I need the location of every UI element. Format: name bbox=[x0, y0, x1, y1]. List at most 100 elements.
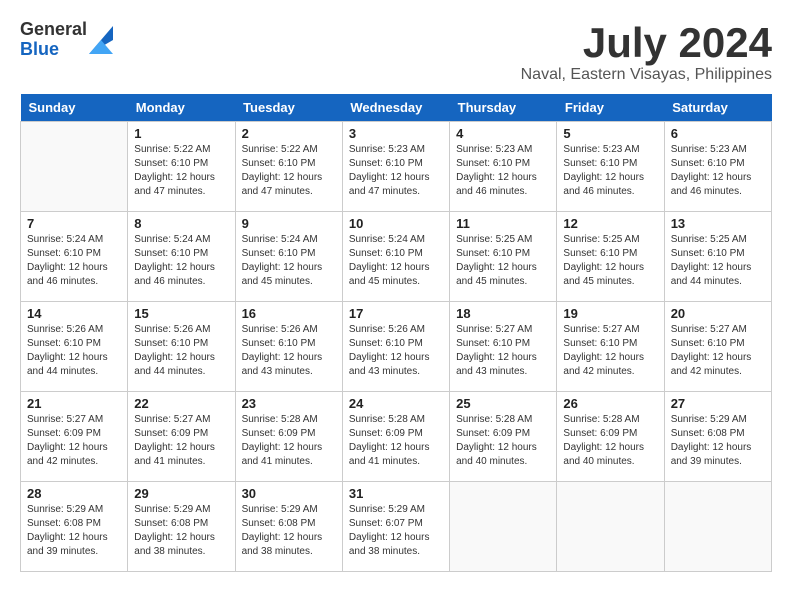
calendar-cell: 27 Sunrise: 5:29 AM Sunset: 6:08 PM Dayli… bbox=[664, 392, 771, 482]
day-number: 3 bbox=[349, 126, 443, 141]
day-info: Sunrise: 5:28 AM Sunset: 6:09 PM Dayligh… bbox=[456, 413, 550, 469]
day-info: Sunrise: 5:26 AM Sunset: 6:10 PM Dayligh… bbox=[134, 323, 228, 379]
calendar-cell: 12 Sunrise: 5:25 AM Sunset: 6:10 PM Dayli… bbox=[557, 212, 664, 302]
main-title: July 2024 bbox=[521, 20, 772, 66]
day-info: Sunrise: 5:25 AM Sunset: 6:10 PM Dayligh… bbox=[563, 233, 657, 289]
day-number: 4 bbox=[456, 126, 550, 141]
day-number: 25 bbox=[456, 396, 550, 411]
calendar-cell bbox=[450, 482, 557, 572]
calendar-week-row: 21 Sunrise: 5:27 AM Sunset: 6:09 PM Dayli… bbox=[21, 392, 772, 482]
calendar-cell: 11 Sunrise: 5:25 AM Sunset: 6:10 PM Dayli… bbox=[450, 212, 557, 302]
calendar-cell: 20 Sunrise: 5:27 AM Sunset: 6:10 PM Dayli… bbox=[664, 302, 771, 392]
calendar-cell: 31Sunrise: 5:29 AM Sunset: 6:07 PM Dayli… bbox=[342, 482, 449, 572]
day-number: 20 bbox=[671, 306, 765, 321]
day-number: 1 bbox=[134, 126, 228, 141]
day-number: 21 bbox=[27, 396, 121, 411]
day-number: 22 bbox=[134, 396, 228, 411]
calendar-cell: 30Sunrise: 5:29 AM Sunset: 6:08 PM Dayli… bbox=[235, 482, 342, 572]
day-number: 19 bbox=[563, 306, 657, 321]
calendar-cell: 4 Sunrise: 5:23 AM Sunset: 6:10 PM Daylig… bbox=[450, 122, 557, 212]
calendar-table: Sunday Monday Tuesday Wednesday Thursday… bbox=[20, 94, 772, 572]
day-info: Sunrise: 5:26 AM Sunset: 6:10 PM Dayligh… bbox=[349, 323, 443, 379]
calendar-header-row: Sunday Monday Tuesday Wednesday Thursday… bbox=[21, 94, 772, 122]
day-info: Sunrise: 5:29 AM Sunset: 6:08 PM Dayligh… bbox=[27, 503, 121, 559]
day-info: Sunrise: 5:22 AM Sunset: 6:10 PM Dayligh… bbox=[134, 143, 228, 199]
day-number: 13 bbox=[671, 216, 765, 231]
day-number: 24 bbox=[349, 396, 443, 411]
day-info: Sunrise: 5:26 AM Sunset: 6:10 PM Dayligh… bbox=[242, 323, 336, 379]
calendar-cell: 17 Sunrise: 5:26 AM Sunset: 6:10 PM Dayli… bbox=[342, 302, 449, 392]
col-sunday: Sunday bbox=[21, 94, 128, 122]
calendar-cell: 5 Sunrise: 5:23 AM Sunset: 6:10 PM Daylig… bbox=[557, 122, 664, 212]
calendar-cell: 2 Sunrise: 5:22 AM Sunset: 6:10 PM Daylig… bbox=[235, 122, 342, 212]
day-number: 2 bbox=[242, 126, 336, 141]
day-number: 5 bbox=[563, 126, 657, 141]
day-number: 12 bbox=[563, 216, 657, 231]
day-info: Sunrise: 5:29 AM Sunset: 6:08 PM Dayligh… bbox=[671, 413, 765, 469]
day-info: Sunrise: 5:25 AM Sunset: 6:10 PM Dayligh… bbox=[671, 233, 765, 289]
col-thursday: Thursday bbox=[450, 94, 557, 122]
day-info: Sunrise: 5:28 AM Sunset: 6:09 PM Dayligh… bbox=[349, 413, 443, 469]
day-number: 23 bbox=[242, 396, 336, 411]
day-number: 28 bbox=[27, 486, 121, 501]
logo-blue: Blue bbox=[20, 40, 87, 60]
calendar-week-row: 7 Sunrise: 5:24 AM Sunset: 6:10 PM Daylig… bbox=[21, 212, 772, 302]
calendar-cell: 21Sunrise: 5:27 AM Sunset: 6:09 PM Dayli… bbox=[21, 392, 128, 482]
calendar-cell: 26Sunrise: 5:28 AM Sunset: 6:09 PM Dayli… bbox=[557, 392, 664, 482]
day-info: Sunrise: 5:22 AM Sunset: 6:10 PM Dayligh… bbox=[242, 143, 336, 199]
day-info: Sunrise: 5:25 AM Sunset: 6:10 PM Dayligh… bbox=[456, 233, 550, 289]
calendar-cell: 13 Sunrise: 5:25 AM Sunset: 6:10 PM Dayli… bbox=[664, 212, 771, 302]
day-info: Sunrise: 5:24 AM Sunset: 6:10 PM Dayligh… bbox=[242, 233, 336, 289]
day-number: 26 bbox=[563, 396, 657, 411]
logo: General Blue bbox=[20, 20, 113, 60]
title-block: July 2024 Naval, Eastern Visayas, Philip… bbox=[521, 20, 772, 84]
day-number: 11 bbox=[456, 216, 550, 231]
calendar-cell: 3 Sunrise: 5:23 AM Sunset: 6:10 PM Daylig… bbox=[342, 122, 449, 212]
calendar-cell bbox=[21, 122, 128, 212]
day-info: Sunrise: 5:23 AM Sunset: 6:10 PM Dayligh… bbox=[563, 143, 657, 199]
page-header: General Blue July 2024 Naval, Eastern Vi… bbox=[20, 20, 772, 84]
day-number: 6 bbox=[671, 126, 765, 141]
calendar-cell: 23Sunrise: 5:28 AM Sunset: 6:09 PM Dayli… bbox=[235, 392, 342, 482]
day-number: 10 bbox=[349, 216, 443, 231]
day-info: Sunrise: 5:23 AM Sunset: 6:10 PM Dayligh… bbox=[456, 143, 550, 199]
col-monday: Monday bbox=[128, 94, 235, 122]
day-number: 17 bbox=[349, 306, 443, 321]
logo-icon bbox=[89, 26, 113, 54]
calendar-cell: 24 Sunrise: 5:28 AM Sunset: 6:09 PM Dayli… bbox=[342, 392, 449, 482]
day-info: Sunrise: 5:26 AM Sunset: 6:10 PM Dayligh… bbox=[27, 323, 121, 379]
calendar-week-row: 1 Sunrise: 5:22 AM Sunset: 6:10 PM Daylig… bbox=[21, 122, 772, 212]
day-number: 16 bbox=[242, 306, 336, 321]
day-number: 18 bbox=[456, 306, 550, 321]
calendar-cell: 8Sunrise: 5:24 AM Sunset: 6:10 PM Daylig… bbox=[128, 212, 235, 302]
calendar-cell: 29Sunrise: 5:29 AM Sunset: 6:08 PM Dayli… bbox=[128, 482, 235, 572]
col-tuesday: Tuesday bbox=[235, 94, 342, 122]
day-info: Sunrise: 5:29 AM Sunset: 6:08 PM Dayligh… bbox=[134, 503, 228, 559]
calendar-cell: 6Sunrise: 5:23 AM Sunset: 6:10 PM Daylig… bbox=[664, 122, 771, 212]
day-info: Sunrise: 5:24 AM Sunset: 6:10 PM Dayligh… bbox=[349, 233, 443, 289]
day-info: Sunrise: 5:23 AM Sunset: 6:10 PM Dayligh… bbox=[349, 143, 443, 199]
day-number: 7 bbox=[27, 216, 121, 231]
day-number: 8 bbox=[134, 216, 228, 231]
calendar-cell: 19 Sunrise: 5:27 AM Sunset: 6:10 PM Dayli… bbox=[557, 302, 664, 392]
subtitle: Naval, Eastern Visayas, Philippines bbox=[521, 66, 772, 84]
calendar-cell: 28 Sunrise: 5:29 AM Sunset: 6:08 PM Dayli… bbox=[21, 482, 128, 572]
logo-text: General Blue bbox=[20, 20, 87, 60]
logo-general: General bbox=[20, 20, 87, 40]
calendar-cell: 10 Sunrise: 5:24 AM Sunset: 6:10 PM Dayli… bbox=[342, 212, 449, 302]
calendar-cell: 15 Sunrise: 5:26 AM Sunset: 6:10 PM Dayli… bbox=[128, 302, 235, 392]
day-info: Sunrise: 5:27 AM Sunset: 6:10 PM Dayligh… bbox=[563, 323, 657, 379]
day-info: Sunrise: 5:27 AM Sunset: 6:10 PM Dayligh… bbox=[456, 323, 550, 379]
calendar-cell: 1 Sunrise: 5:22 AM Sunset: 6:10 PM Daylig… bbox=[128, 122, 235, 212]
day-info: Sunrise: 5:27 AM Sunset: 6:09 PM Dayligh… bbox=[134, 413, 228, 469]
day-info: Sunrise: 5:27 AM Sunset: 6:10 PM Dayligh… bbox=[671, 323, 765, 379]
calendar-cell: 18 Sunrise: 5:27 AM Sunset: 6:10 PM Dayli… bbox=[450, 302, 557, 392]
calendar-week-row: 14 Sunrise: 5:26 AM Sunset: 6:10 PM Dayli… bbox=[21, 302, 772, 392]
calendar-cell: 25 Sunrise: 5:28 AM Sunset: 6:09 PM Dayli… bbox=[450, 392, 557, 482]
day-number: 14 bbox=[27, 306, 121, 321]
day-number: 27 bbox=[671, 396, 765, 411]
day-info: Sunrise: 5:24 AM Sunset: 6:10 PM Dayligh… bbox=[27, 233, 121, 289]
day-info: Sunrise: 5:29 AM Sunset: 6:07 PM Dayligh… bbox=[349, 503, 443, 559]
calendar-cell: 16 Sunrise: 5:26 AM Sunset: 6:10 PM Dayli… bbox=[235, 302, 342, 392]
day-number: 15 bbox=[134, 306, 228, 321]
